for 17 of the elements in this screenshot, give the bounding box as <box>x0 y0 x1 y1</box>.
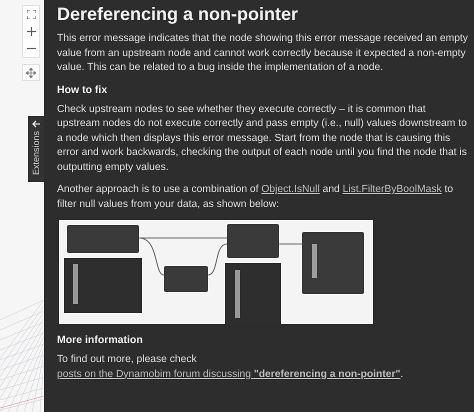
pan-button[interactable] <box>22 64 40 81</box>
link[interactable]: posts on the Dynamobim forum discussing "dereferencing a non-pointer" <box>57 368 400 382</box>
article-title: Dereferencing a non-pointer <box>57 4 300 25</box>
extensions-label: Extensions <box>31 131 41 176</box>
extensions-tab[interactable]: Extensions <box>28 116 44 182</box>
plus-icon <box>26 27 36 36</box>
fullscreen-icon <box>26 10 36 19</box>
section-heading: More information <box>57 334 144 346</box>
link[interactable]: List.FilterByBoolMask <box>342 183 442 198</box>
link[interactable]: Object.IsNull <box>261 183 320 198</box>
arrow-left-icon <box>32 120 40 128</box>
section-heading: How to fix <box>57 84 108 96</box>
move-icon <box>26 68 36 78</box>
paragraph: Check upstream nodes to see whether they execute correctly – it is common that upstream nodes do not execute correctly and pass empty (i.e., null) values downstream to a node which then displays this error message. Start from the node that is causing this error and work backwards, checking the output of each node until you find the node that is outputting empty values. <box>57 102 468 174</box>
paragraph: Another approach is to use a combination of Object.IsNull and List.FilterByBoolMask to filter null values from your data, as shown below: <box>57 183 454 212</box>
paragraph: This error message indicates that the node showing this error message received an empty value from an upstream node and cannot work correctly because it expected a non-empty value. This can be related to a bug inside the implementation of a node. <box>57 32 469 75</box>
paragraph: To find out more, please check posts on the Dynamobim forum discussing "dereferencing a non-pointer". <box>57 353 470 382</box>
